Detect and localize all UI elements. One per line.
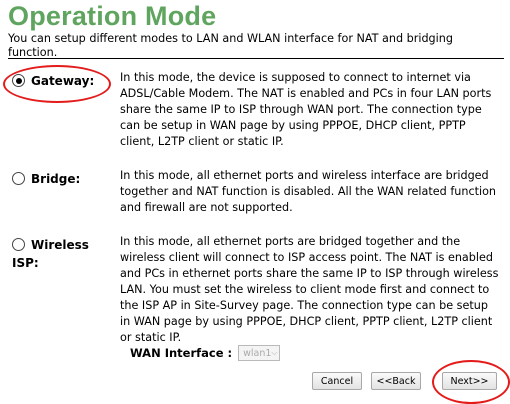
chevron-down-icon: ⌵ xyxy=(271,348,278,357)
page-title: Operation Mode xyxy=(8,1,217,31)
bridge-radio[interactable] xyxy=(12,172,25,185)
page-description: You can setup different modes to LAN and… xyxy=(8,32,453,59)
back-button[interactable]: <<Back xyxy=(371,372,421,390)
wan-interface-value: wlan1 xyxy=(243,347,272,359)
cancel-button[interactable]: Cancel xyxy=(312,372,362,390)
wan-interface-label: WAN Interface : xyxy=(130,346,233,360)
next-button[interactable]: Next>> xyxy=(442,372,497,390)
wan-interface-row: WAN Interface : wlan1 ⌵ xyxy=(130,345,281,361)
bridge-label: Bridge: xyxy=(31,172,81,186)
gateway-label: Gateway: xyxy=(31,74,95,88)
wireless-isp-radio[interactable] xyxy=(12,238,25,251)
gateway-radio[interactable] xyxy=(12,74,25,87)
wan-interface-select[interactable]: wlan1 ⌵ xyxy=(238,345,281,361)
wireless-isp-option[interactable]: Wireless ISP: xyxy=(12,236,112,272)
gateway-option[interactable]: Gateway: xyxy=(12,72,94,90)
bridge-option[interactable]: Bridge: xyxy=(12,170,80,188)
gateway-description: In this mode, the device is supposed to … xyxy=(120,71,492,148)
wireless-isp-description: In this mode, all ethernet ports are bri… xyxy=(120,235,499,344)
header-divider xyxy=(8,58,504,59)
bridge-description: In this mode, all ethernet ports and wir… xyxy=(120,169,497,214)
